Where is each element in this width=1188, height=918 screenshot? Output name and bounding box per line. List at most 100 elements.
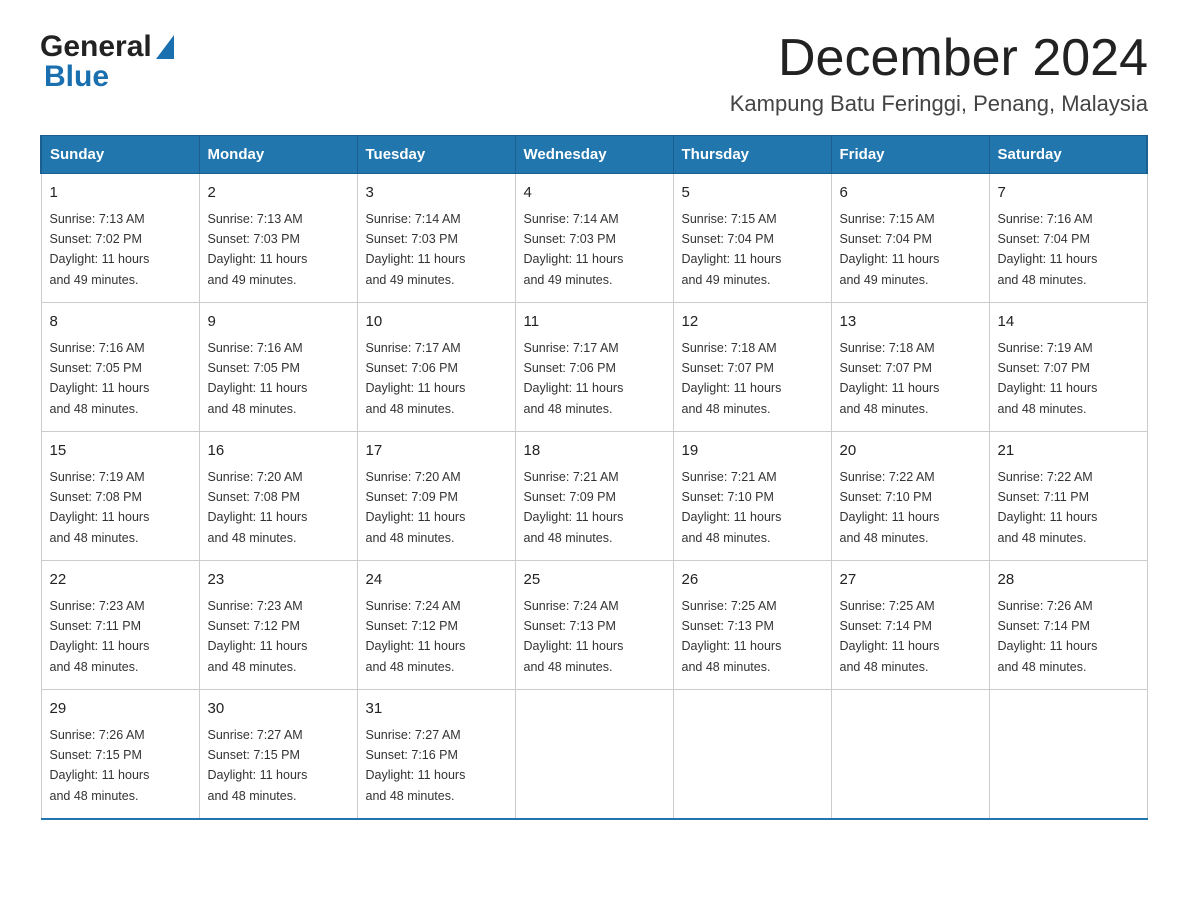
day-info: Sunrise: 7:26 AMSunset: 7:15 PMDaylight:…: [50, 728, 150, 803]
table-row: 11 Sunrise: 7:17 AMSunset: 7:06 PMDaylig…: [515, 303, 673, 432]
day-info: Sunrise: 7:23 AMSunset: 7:12 PMDaylight:…: [208, 599, 308, 674]
day-info: Sunrise: 7:23 AMSunset: 7:11 PMDaylight:…: [50, 599, 150, 674]
col-sunday: Sunday: [41, 136, 199, 174]
day-info: Sunrise: 7:27 AMSunset: 7:16 PMDaylight:…: [366, 728, 466, 803]
day-info: Sunrise: 7:25 AMSunset: 7:13 PMDaylight:…: [682, 599, 782, 674]
page-header: General Blue December 2024 Kampung Batu …: [40, 30, 1148, 117]
day-number: 14: [998, 311, 1139, 334]
table-row: 5 Sunrise: 7:15 AMSunset: 7:04 PMDayligh…: [673, 174, 831, 303]
day-info: Sunrise: 7:20 AMSunset: 7:08 PMDaylight:…: [208, 470, 308, 545]
month-title: December 2024: [730, 30, 1148, 87]
calendar-week-row: 22 Sunrise: 7:23 AMSunset: 7:11 PMDaylig…: [41, 561, 1147, 690]
day-number: 24: [366, 569, 507, 592]
table-row: 21 Sunrise: 7:22 AMSunset: 7:11 PMDaylig…: [989, 432, 1147, 561]
table-row: 2 Sunrise: 7:13 AMSunset: 7:03 PMDayligh…: [199, 174, 357, 303]
day-number: 29: [50, 698, 191, 721]
table-row: [673, 690, 831, 820]
col-wednesday: Wednesday: [515, 136, 673, 174]
day-info: Sunrise: 7:20 AMSunset: 7:09 PMDaylight:…: [366, 470, 466, 545]
col-tuesday: Tuesday: [357, 136, 515, 174]
logo-blue-text: Blue: [44, 60, 109, 94]
day-info: Sunrise: 7:13 AMSunset: 7:03 PMDaylight:…: [208, 212, 308, 287]
table-row: 20 Sunrise: 7:22 AMSunset: 7:10 PMDaylig…: [831, 432, 989, 561]
table-row: 3 Sunrise: 7:14 AMSunset: 7:03 PMDayligh…: [357, 174, 515, 303]
table-row: 31 Sunrise: 7:27 AMSunset: 7:16 PMDaylig…: [357, 690, 515, 820]
table-row: 19 Sunrise: 7:21 AMSunset: 7:10 PMDaylig…: [673, 432, 831, 561]
table-row: 27 Sunrise: 7:25 AMSunset: 7:14 PMDaylig…: [831, 561, 989, 690]
day-number: 22: [50, 569, 191, 592]
table-row: 6 Sunrise: 7:15 AMSunset: 7:04 PMDayligh…: [831, 174, 989, 303]
day-info: Sunrise: 7:22 AMSunset: 7:11 PMDaylight:…: [998, 470, 1098, 545]
day-info: Sunrise: 7:27 AMSunset: 7:15 PMDaylight:…: [208, 728, 308, 803]
day-number: 10: [366, 311, 507, 334]
day-info: Sunrise: 7:19 AMSunset: 7:08 PMDaylight:…: [50, 470, 150, 545]
day-info: Sunrise: 7:22 AMSunset: 7:10 PMDaylight:…: [840, 470, 940, 545]
table-row: 17 Sunrise: 7:20 AMSunset: 7:09 PMDaylig…: [357, 432, 515, 561]
table-row: [989, 690, 1147, 820]
day-info: Sunrise: 7:13 AMSunset: 7:02 PMDaylight:…: [50, 212, 150, 287]
logo-arrow-icon: [156, 35, 174, 64]
day-number: 20: [840, 440, 981, 463]
calendar-week-row: 29 Sunrise: 7:26 AMSunset: 7:15 PMDaylig…: [41, 690, 1147, 820]
day-info: Sunrise: 7:17 AMSunset: 7:06 PMDaylight:…: [366, 341, 466, 416]
day-number: 7: [998, 182, 1139, 205]
table-row: 22 Sunrise: 7:23 AMSunset: 7:11 PMDaylig…: [41, 561, 199, 690]
day-number: 6: [840, 182, 981, 205]
table-row: 1 Sunrise: 7:13 AMSunset: 7:02 PMDayligh…: [41, 174, 199, 303]
day-info: Sunrise: 7:18 AMSunset: 7:07 PMDaylight:…: [840, 341, 940, 416]
table-row: [831, 690, 989, 820]
day-number: 23: [208, 569, 349, 592]
table-row: 4 Sunrise: 7:14 AMSunset: 7:03 PMDayligh…: [515, 174, 673, 303]
table-row: 23 Sunrise: 7:23 AMSunset: 7:12 PMDaylig…: [199, 561, 357, 690]
day-info: Sunrise: 7:24 AMSunset: 7:12 PMDaylight:…: [366, 599, 466, 674]
day-info: Sunrise: 7:14 AMSunset: 7:03 PMDaylight:…: [366, 212, 466, 287]
table-row: 13 Sunrise: 7:18 AMSunset: 7:07 PMDaylig…: [831, 303, 989, 432]
day-number: 2: [208, 182, 349, 205]
day-number: 26: [682, 569, 823, 592]
table-row: [515, 690, 673, 820]
location-title: Kampung Batu Feringgi, Penang, Malaysia: [730, 91, 1148, 117]
day-number: 15: [50, 440, 191, 463]
day-info: Sunrise: 7:18 AMSunset: 7:07 PMDaylight:…: [682, 341, 782, 416]
day-info: Sunrise: 7:25 AMSunset: 7:14 PMDaylight:…: [840, 599, 940, 674]
day-number: 5: [682, 182, 823, 205]
day-number: 12: [682, 311, 823, 334]
table-row: 16 Sunrise: 7:20 AMSunset: 7:08 PMDaylig…: [199, 432, 357, 561]
col-saturday: Saturday: [989, 136, 1147, 174]
table-row: 15 Sunrise: 7:19 AMSunset: 7:08 PMDaylig…: [41, 432, 199, 561]
day-number: 25: [524, 569, 665, 592]
day-info: Sunrise: 7:15 AMSunset: 7:04 PMDaylight:…: [682, 212, 782, 287]
calendar-week-row: 1 Sunrise: 7:13 AMSunset: 7:02 PMDayligh…: [41, 174, 1147, 303]
day-info: Sunrise: 7:16 AMSunset: 7:05 PMDaylight:…: [208, 341, 308, 416]
day-number: 1: [50, 182, 191, 205]
day-number: 8: [50, 311, 191, 334]
day-number: 28: [998, 569, 1139, 592]
day-number: 16: [208, 440, 349, 463]
day-number: 31: [366, 698, 507, 721]
day-number: 17: [366, 440, 507, 463]
day-info: Sunrise: 7:24 AMSunset: 7:13 PMDaylight:…: [524, 599, 624, 674]
table-row: 24 Sunrise: 7:24 AMSunset: 7:12 PMDaylig…: [357, 561, 515, 690]
table-row: 7 Sunrise: 7:16 AMSunset: 7:04 PMDayligh…: [989, 174, 1147, 303]
day-number: 9: [208, 311, 349, 334]
day-info: Sunrise: 7:17 AMSunset: 7:06 PMDaylight:…: [524, 341, 624, 416]
logo: General Blue: [40, 30, 174, 94]
title-area: December 2024 Kampung Batu Feringgi, Pen…: [730, 30, 1148, 117]
table-row: 9 Sunrise: 7:16 AMSunset: 7:05 PMDayligh…: [199, 303, 357, 432]
table-row: 12 Sunrise: 7:18 AMSunset: 7:07 PMDaylig…: [673, 303, 831, 432]
table-row: 10 Sunrise: 7:17 AMSunset: 7:06 PMDaylig…: [357, 303, 515, 432]
day-number: 18: [524, 440, 665, 463]
day-info: Sunrise: 7:16 AMSunset: 7:05 PMDaylight:…: [50, 341, 150, 416]
table-row: 25 Sunrise: 7:24 AMSunset: 7:13 PMDaylig…: [515, 561, 673, 690]
day-number: 13: [840, 311, 981, 334]
day-number: 19: [682, 440, 823, 463]
logo-general-text: General: [40, 30, 152, 64]
day-number: 27: [840, 569, 981, 592]
table-row: 28 Sunrise: 7:26 AMSunset: 7:14 PMDaylig…: [989, 561, 1147, 690]
day-number: 30: [208, 698, 349, 721]
day-info: Sunrise: 7:21 AMSunset: 7:10 PMDaylight:…: [682, 470, 782, 545]
calendar-week-row: 15 Sunrise: 7:19 AMSunset: 7:08 PMDaylig…: [41, 432, 1147, 561]
day-number: 21: [998, 440, 1139, 463]
col-friday: Friday: [831, 136, 989, 174]
day-info: Sunrise: 7:14 AMSunset: 7:03 PMDaylight:…: [524, 212, 624, 287]
